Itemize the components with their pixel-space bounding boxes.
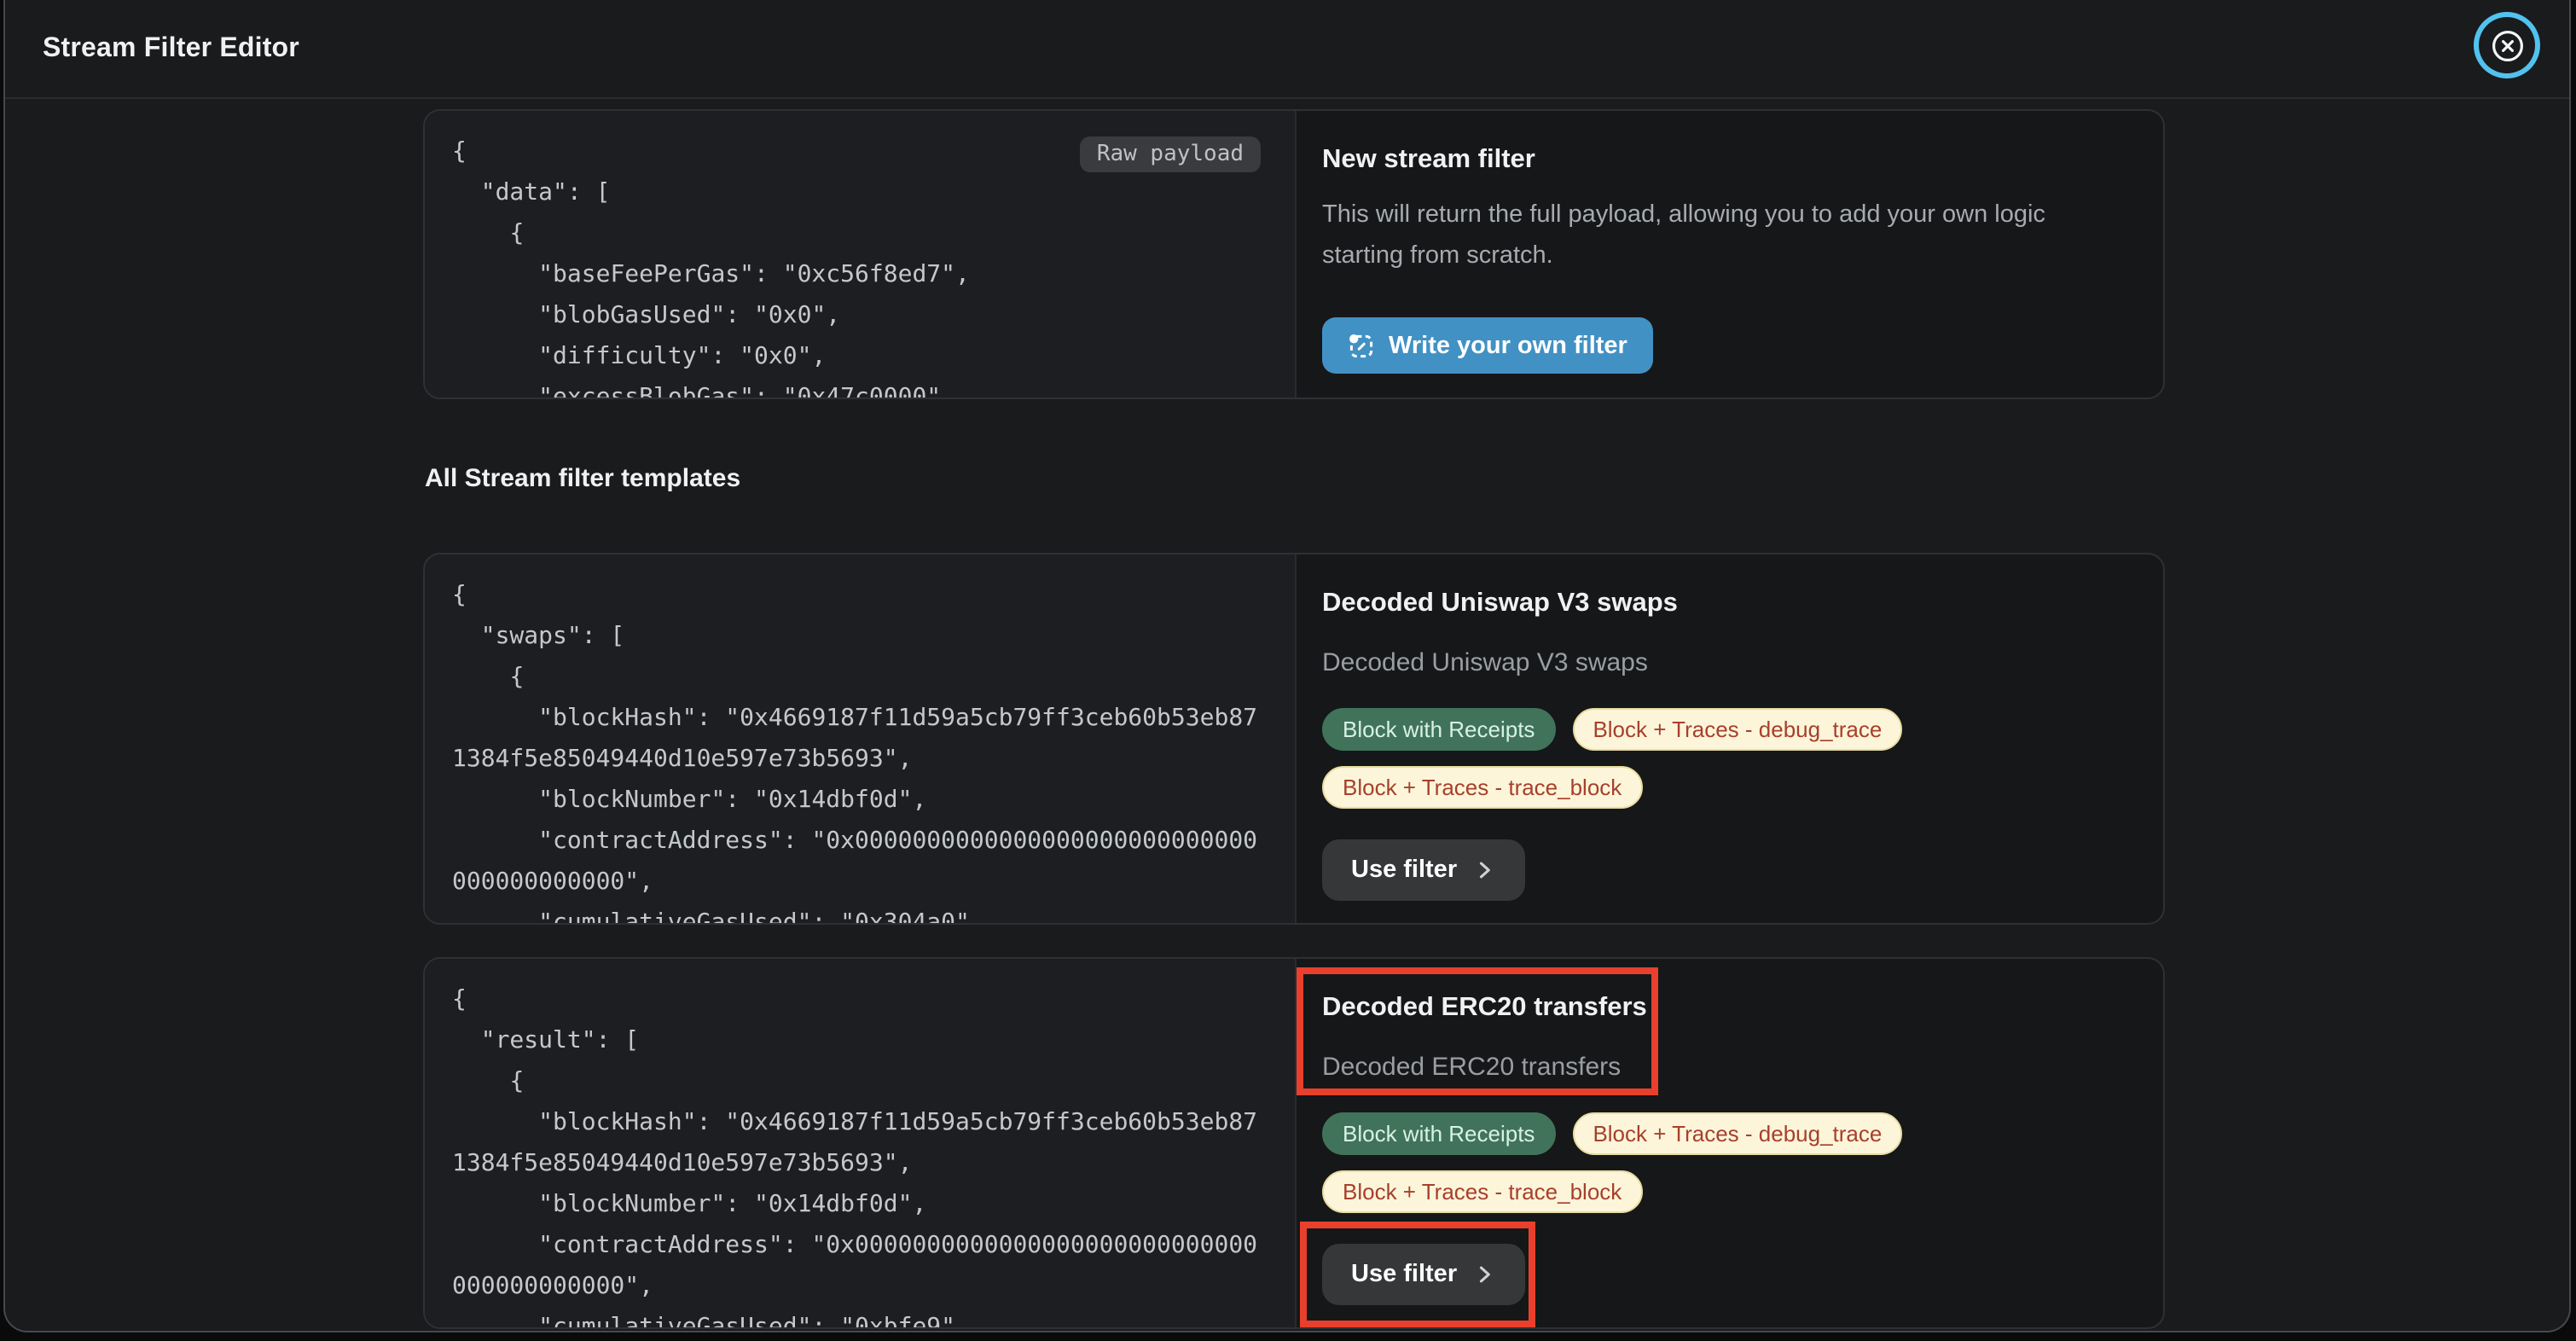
close-icon xyxy=(2488,26,2526,64)
chevron-right-icon xyxy=(1472,1263,1496,1286)
json-preview: { "swaps": [ { "blockHash": "0x4669187f1… xyxy=(452,575,1261,925)
badge-block-traces-debug-trace: Block + Traces - debug_trace xyxy=(1572,708,1902,751)
template-badges: Block with Receipts Block + Traces - deb… xyxy=(1322,1112,2039,1213)
badge-block-traces-trace-block: Block + Traces - trace_block xyxy=(1322,766,1642,809)
modal-header: Stream Filter Editor xyxy=(5,0,2569,99)
raw-payload-badge: Raw payload xyxy=(1080,136,1261,172)
badge-block-traces-trace-block: Block + Traces - trace_block xyxy=(1322,1170,1642,1213)
template-code-preview: { "swaps": [ { "blockHash": "0x4669187f1… xyxy=(425,554,1297,923)
badge-block-with-receipts: Block with Receipts xyxy=(1322,708,1555,751)
template-title: Decoded Uniswap V3 swaps xyxy=(1322,585,2138,623)
new-stream-filter-card: { "data": [ { "baseFeePerGas": "0xc56f8e… xyxy=(423,109,2165,399)
template-card-uniswap: { "swaps": [ { "blockHash": "0x4669187f1… xyxy=(423,553,2165,925)
button-label: Use filter xyxy=(1351,856,1457,884)
template-subtitle: Decoded Uniswap V3 swaps xyxy=(1322,645,2138,682)
json-preview: { "result": [ { "blockHash": "0x4669187f… xyxy=(452,979,1261,1329)
template-subtitle: Decoded ERC20 transfers xyxy=(1322,1049,2138,1087)
new-filter-info: New stream filter This will return the f… xyxy=(1297,111,2163,398)
template-info: Decoded ERC20 transfers Decoded ERC20 tr… xyxy=(1297,959,2163,1327)
badge-block-traces-debug-trace: Block + Traces - debug_trace xyxy=(1572,1112,1902,1155)
template-title: Decoded ERC20 transfers xyxy=(1322,990,2138,1027)
template-info: Decoded Uniswap V3 swaps Decoded Uniswap… xyxy=(1297,554,2163,923)
template-card-erc20: { "result": [ { "blockHash": "0x4669187f… xyxy=(423,957,2165,1329)
page-title: Stream Filter Editor xyxy=(43,33,299,64)
use-filter-button[interactable]: Use filter xyxy=(1322,1244,1525,1305)
chevron-right-icon xyxy=(1472,858,1496,882)
stream-filter-editor-screen: Stream Filter Editor { "data": [ { "base… xyxy=(0,0,2576,1341)
badge-block-with-receipts: Block with Receipts xyxy=(1322,1112,1555,1155)
button-label: Write your own filter xyxy=(1389,332,1627,359)
templates-section-heading: All Stream filter templates xyxy=(425,464,740,493)
draw-filter-icon xyxy=(1348,332,1375,359)
card-description: This will return the full payload, allow… xyxy=(1322,194,2124,276)
card-title: New stream filter xyxy=(1322,142,2138,179)
button-label: Use filter xyxy=(1351,1261,1457,1288)
use-filter-button[interactable]: Use filter xyxy=(1322,839,1525,901)
raw-payload-preview: { "data": [ { "baseFeePerGas": "0xc56f8e… xyxy=(425,111,1297,398)
template-code-preview: { "result": [ { "blockHash": "0x4669187f… xyxy=(425,959,1297,1327)
close-button[interactable] xyxy=(2480,19,2533,72)
stream-filter-editor-modal: Stream Filter Editor { "data": [ { "base… xyxy=(3,0,2571,1332)
write-your-own-filter-button[interactable]: Write your own filter xyxy=(1322,317,1653,374)
template-badges: Block with Receipts Block + Traces - deb… xyxy=(1322,708,2039,809)
